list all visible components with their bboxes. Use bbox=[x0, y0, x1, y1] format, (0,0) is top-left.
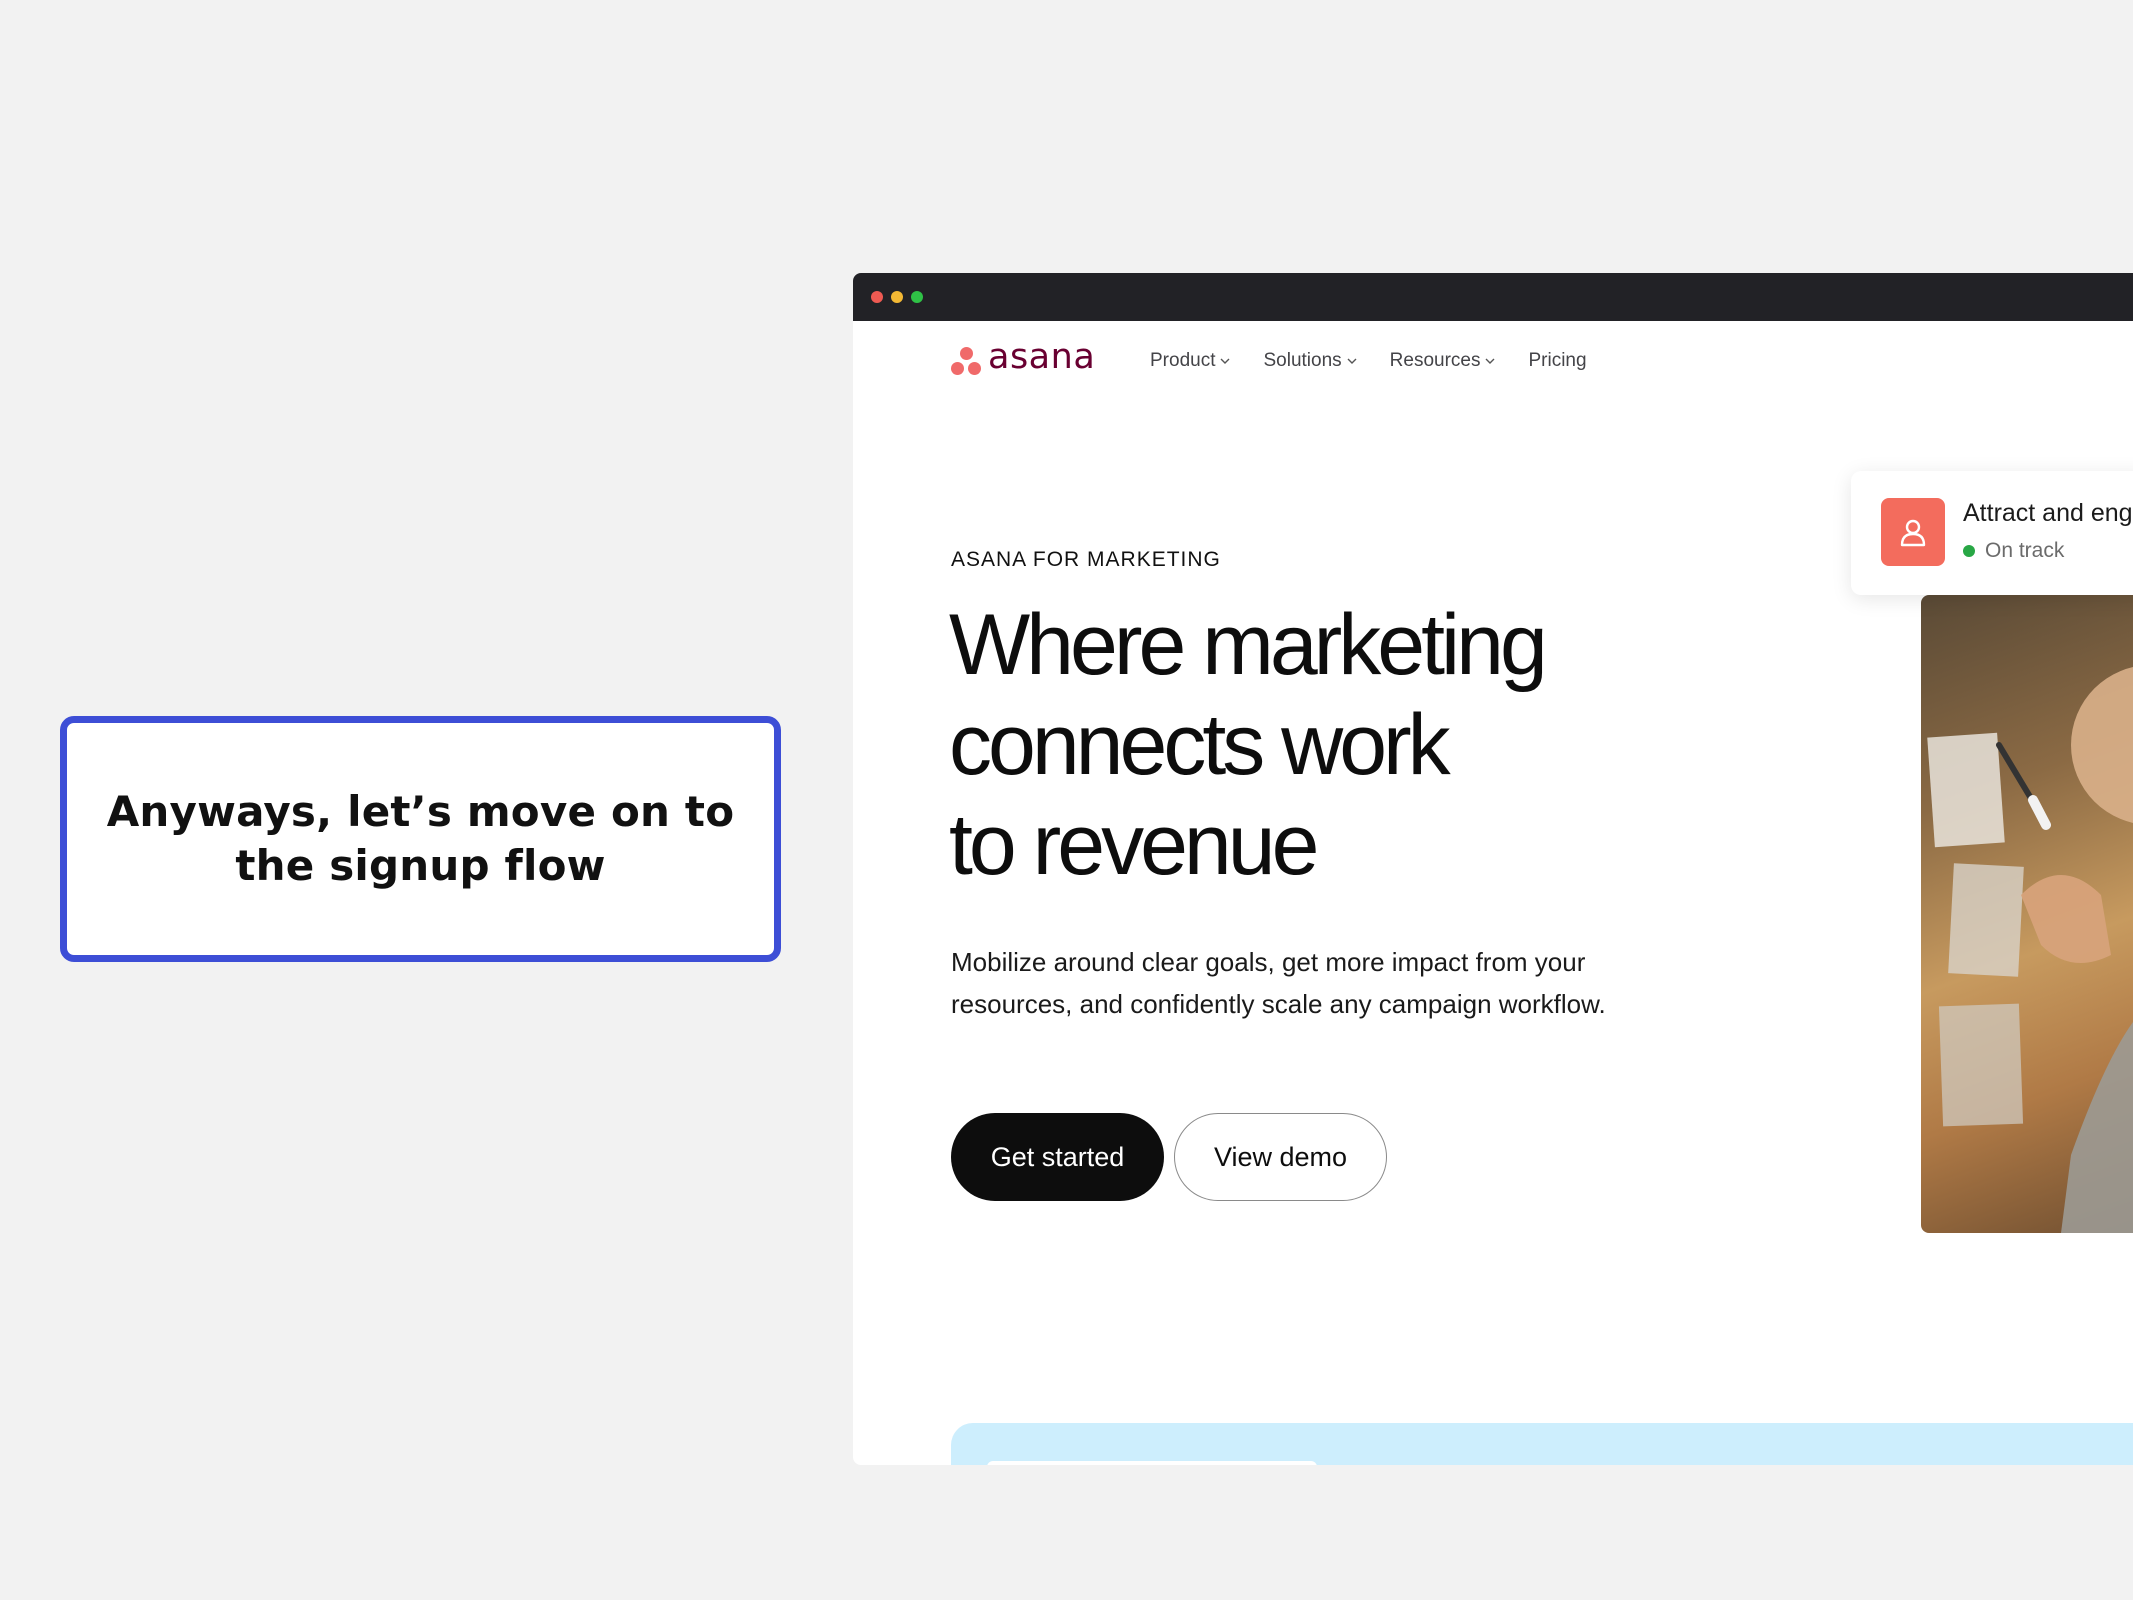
nav-item-label: Solutions bbox=[1263, 350, 1342, 371]
hero-headline: Where marketing connects work to revenue bbox=[949, 595, 1669, 895]
caption-text: Anyways, let’s move on to the signup flo… bbox=[106, 787, 735, 890]
goal-title: Attract and eng bbox=[1963, 499, 2133, 527]
hero-subtext: Mobilize around clear goals, get more im… bbox=[951, 947, 1606, 1019]
browser-titlebar bbox=[853, 273, 2133, 321]
maximize-window-dot[interactable] bbox=[911, 291, 923, 303]
view-demo-button[interactable]: View demo bbox=[1174, 1113, 1387, 1201]
close-window-dot[interactable] bbox=[871, 291, 883, 303]
hero-photo-illustration bbox=[1927, 667, 2133, 1233]
nav-item-resources[interactable]: Resources bbox=[1390, 350, 1497, 372]
site-nav: asana Product Solutions Resources Pricin… bbox=[853, 321, 2133, 401]
nav-item-label: Pricing bbox=[1528, 350, 1587, 371]
minimize-window-dot[interactable] bbox=[891, 291, 903, 303]
nav-item-solutions[interactable]: Solutions bbox=[1263, 350, 1357, 372]
nav-menu: Product Solutions Resources Pricing bbox=[1150, 321, 1619, 401]
nav-item-label: Product bbox=[1150, 350, 1216, 371]
caption-card: Anyways, let’s move on to the signup flo… bbox=[60, 716, 781, 962]
asana-logo-icon bbox=[951, 346, 982, 377]
headline-line: Where marketing bbox=[949, 597, 1548, 693]
browser-window: asana Product Solutions Resources Pricin… bbox=[853, 273, 2133, 1465]
nav-item-label: Resources bbox=[1389, 350, 1481, 371]
chevron-down-icon bbox=[1347, 358, 1357, 364]
nav-item-pricing[interactable]: Pricing bbox=[1528, 350, 1586, 372]
chevron-down-icon bbox=[1485, 358, 1495, 364]
goal-status: On track bbox=[1963, 539, 2064, 563]
chevron-down-icon bbox=[1220, 358, 1230, 364]
asana-logo[interactable]: asana bbox=[951, 339, 1095, 379]
headline-line: connects work bbox=[949, 697, 1451, 793]
get-started-button[interactable]: Get started bbox=[951, 1113, 1164, 1201]
next-section-preview bbox=[951, 1423, 2133, 1465]
status-label: On track bbox=[1985, 539, 2065, 562]
preview-tab bbox=[987, 1461, 1317, 1465]
nav-item-product[interactable]: Product bbox=[1150, 350, 1231, 372]
user-icon bbox=[1881, 498, 1945, 566]
goal-status-card[interactable]: Attract and eng On track bbox=[1851, 471, 2133, 595]
logo-wordmark: asana bbox=[988, 337, 1096, 377]
headline-line: to revenue bbox=[949, 797, 1319, 893]
hero-photo bbox=[1921, 595, 2133, 1233]
status-dot-icon bbox=[1963, 545, 1975, 557]
hero-eyebrow: ASANA FOR MARKETING bbox=[951, 548, 1221, 571]
